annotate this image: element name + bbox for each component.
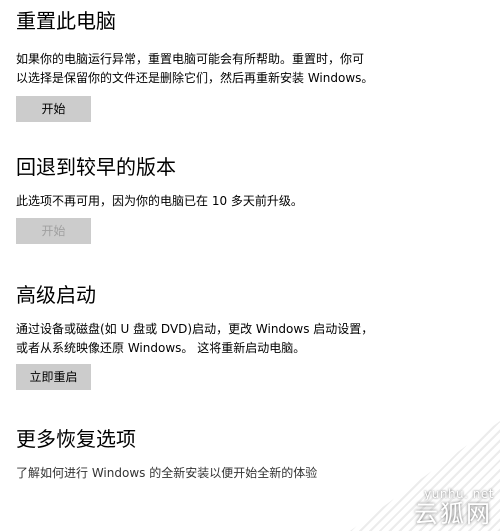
watermark: yunhu. net 云狐网 (350, 421, 500, 531)
reset-pc-description: 如果你的电脑运行异常，重置电脑可能会有所帮助。重置时，你可 以选择是保留你的文件… (16, 50, 373, 88)
reset-pc-title: 重置此电脑 (16, 9, 116, 33)
clean-install-link[interactable]: 了解如何进行 Windows 的全新安装以便开始全新的体验 (16, 464, 317, 483)
reset-pc-section: 重置此电脑 如果你的电脑运行异常，重置电脑可能会有所帮助。重置时，你可 以选择是… (16, 8, 484, 122)
advanced-startup-section: 高级启动 通过设备或磁盘(如 U 盘或 DVD)启动，更改 Windows 启动… (16, 282, 484, 390)
reset-pc-description-line: 如果你的电脑运行异常，重置电脑可能会有所帮助。重置时，你可 (16, 52, 365, 66)
go-back-description: 此选项不再可用，因为你的电脑已在 10 多天前升级。 (16, 192, 303, 211)
advanced-startup-description-line: 或者从系统映像还原 Windows。 这将重新启动电脑。 (16, 341, 306, 355)
advanced-startup-description: 通过设备或磁盘(如 U 盘或 DVD)启动，更改 Windows 启动设置， 或… (16, 320, 373, 358)
go-back-title: 回退到较早的版本 (16, 155, 176, 179)
go-back-section: 回退到较早的版本 此选项不再可用，因为你的电脑已在 10 多天前升级。 开始 (16, 154, 484, 244)
advanced-startup-description-line: 通过设备或磁盘(如 U 盘或 DVD)启动，更改 Windows 启动设置， (16, 322, 374, 336)
watermark-brand: 云狐网 (414, 500, 492, 528)
advanced-startup-title: 高级启动 (16, 283, 96, 307)
go-back-description-line: 此选项不再可用，因为你的电脑已在 10 多天前升级。 (16, 194, 303, 208)
reset-pc-description-line: 以选择是保留你的文件还是删除它们，然后再重新安装 Windows。 (16, 71, 374, 85)
go-back-start-button: 开始 (16, 218, 91, 244)
reset-pc-start-button[interactable]: 开始 (16, 96, 91, 122)
restart-now-button[interactable]: 立即重启 (16, 364, 91, 390)
